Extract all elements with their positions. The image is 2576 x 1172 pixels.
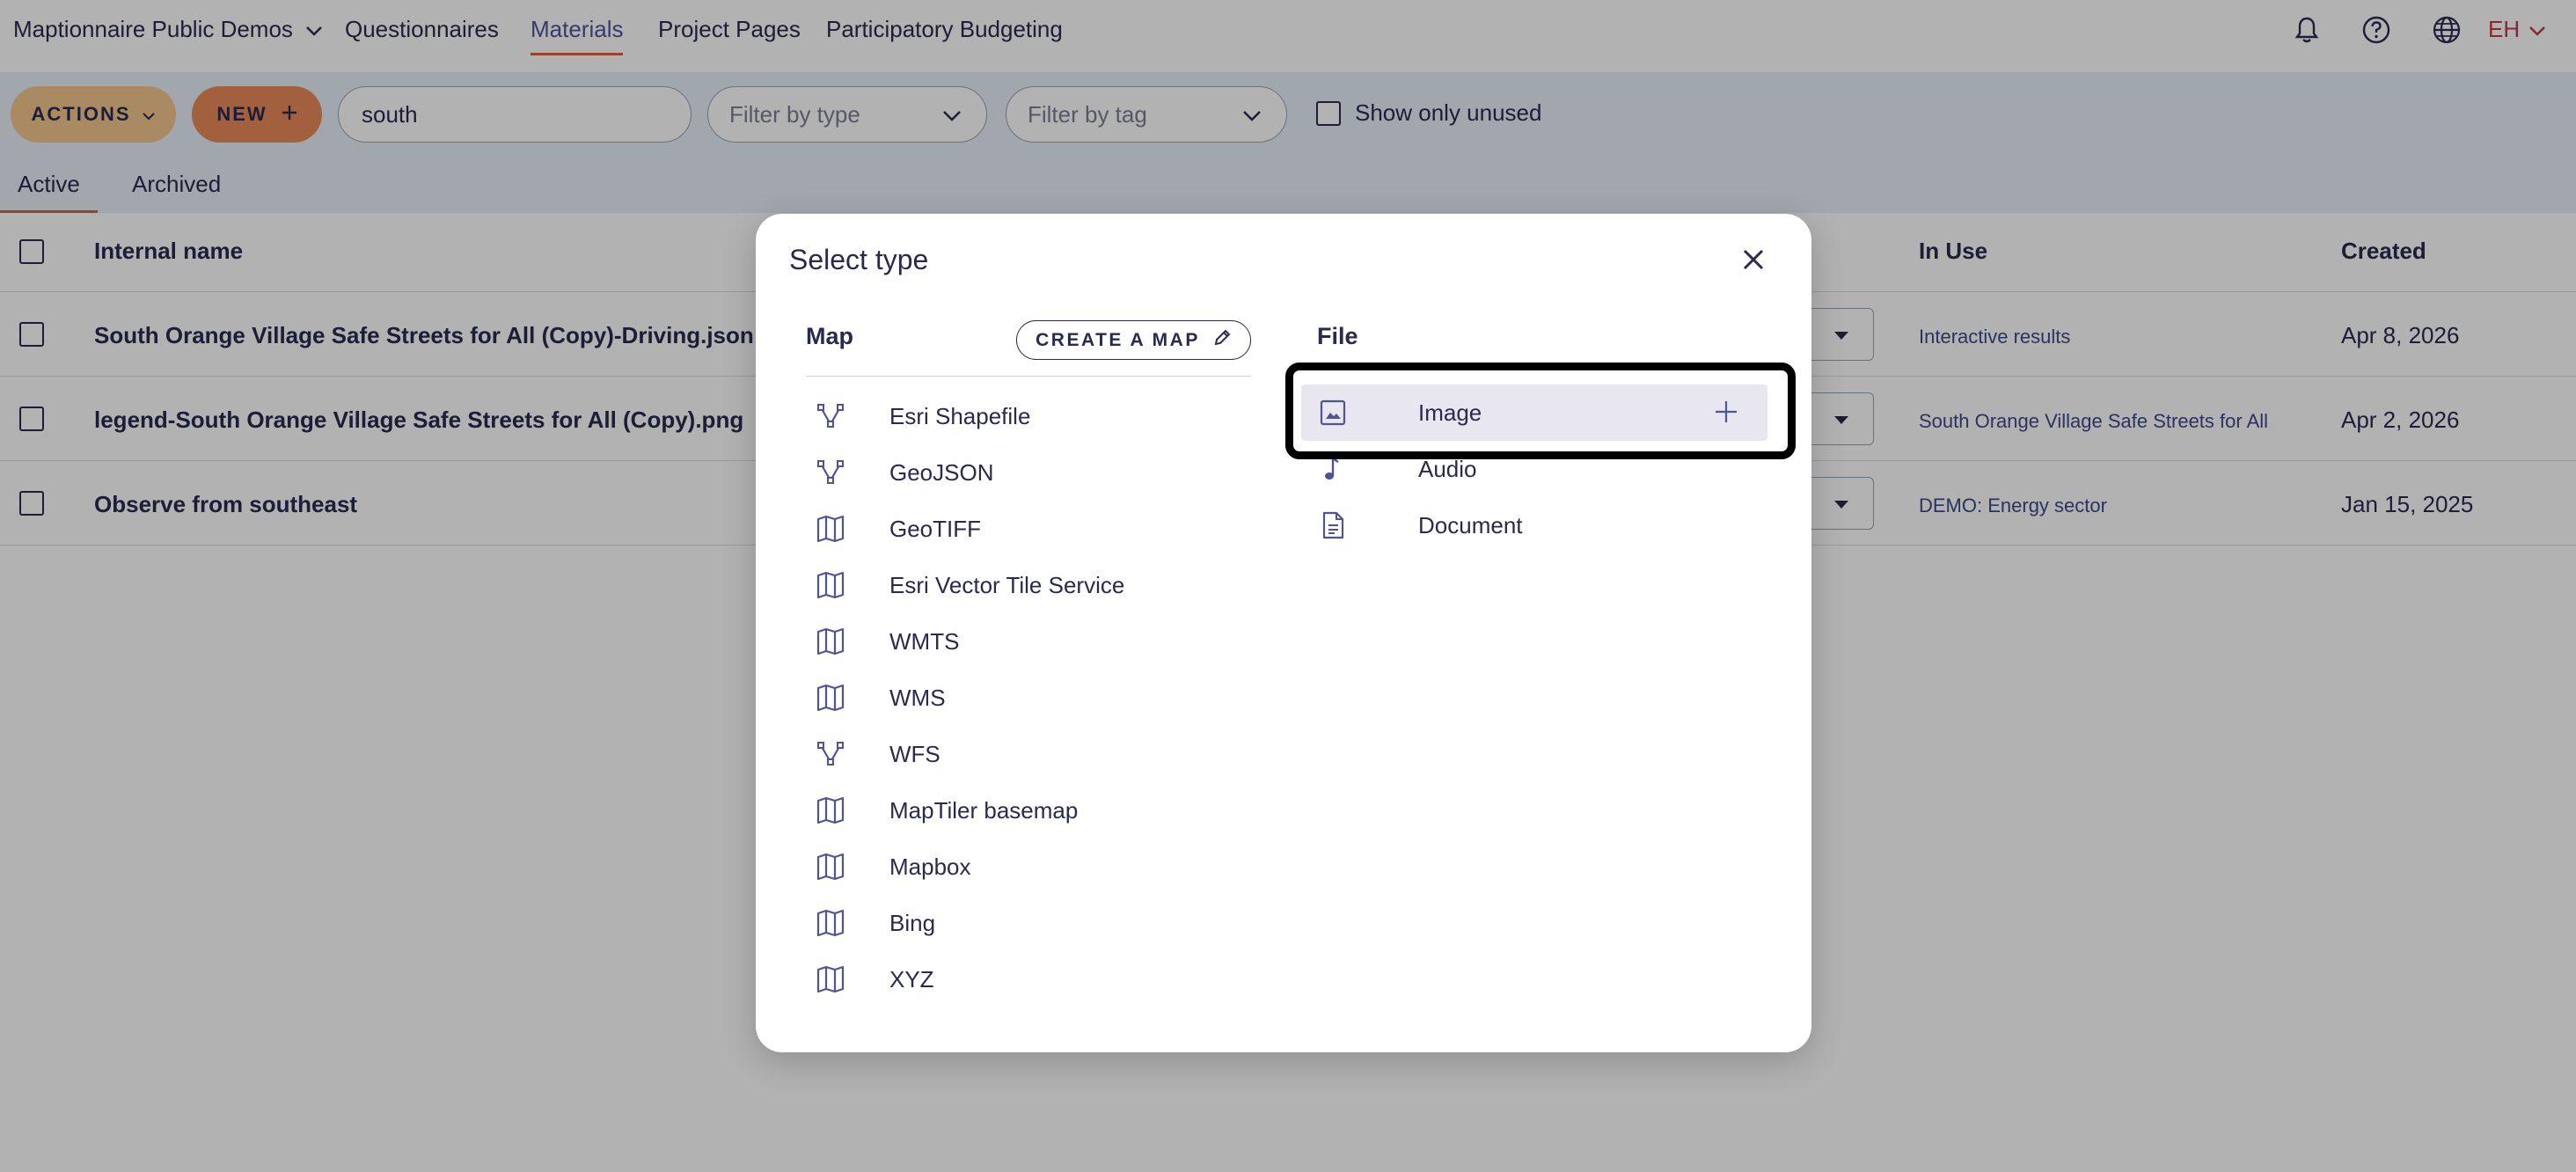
file-type-label: Audio: [1418, 455, 1477, 482]
map-icon: [806, 570, 855, 600]
map-type-wfs[interactable]: WFS: [806, 726, 1251, 782]
map-type-bing[interactable]: Bing: [806, 895, 1251, 951]
map-type-label: WFS: [889, 740, 940, 767]
map-type-label: Esri Shapefile: [889, 402, 1031, 429]
map-type-wmts[interactable]: WMTS: [806, 613, 1251, 670]
divider: [806, 376, 1251, 377]
map-type-label: WMS: [889, 684, 946, 711]
map-icon: [806, 908, 855, 938]
vector-icon: [806, 739, 855, 769]
map-type-label: WMTS: [889, 627, 960, 655]
map-icon: [806, 683, 855, 713]
map-icon: [806, 795, 855, 825]
map-type-geojson[interactable]: GeoJSON: [806, 444, 1251, 501]
create-map-button[interactable]: CREATE A MAP: [1016, 320, 1251, 360]
map-type-xyz[interactable]: XYZ: [806, 951, 1251, 1007]
create-map-label: CREATE A MAP: [1036, 329, 1200, 350]
map-type-mapbox[interactable]: Mapbox: [806, 839, 1251, 895]
map-type-geotiff[interactable]: GeoTIFF: [806, 501, 1251, 557]
document-icon: [1315, 510, 1350, 540]
close-icon[interactable]: [1734, 240, 1773, 279]
pencil-icon: [1212, 328, 1232, 353]
map-type-label: GeoTIFF: [889, 515, 982, 542]
file-type-document[interactable]: Document: [1301, 497, 1767, 553]
vector-icon: [806, 401, 855, 431]
map-type-label: Mapbox: [889, 853, 971, 880]
map-type-label: XYZ: [889, 965, 934, 993]
map-type-esri-shapefile[interactable]: Esri Shapefile: [806, 388, 1251, 444]
file-type-label: Document: [1418, 511, 1523, 538]
map-icon: [806, 852, 855, 882]
map-type-label: Esri Vector Tile Service: [889, 571, 1125, 598]
map-type-label: MapTiler basemap: [889, 796, 1079, 824]
map-icon: [806, 626, 855, 656]
dialog-title: Select type: [789, 244, 929, 275]
select-type-dialog: Select type Map CREATE A MAP Esri Shapef…: [756, 214, 1811, 1052]
map-icon: [806, 514, 855, 544]
map-type-label: GeoJSON: [889, 458, 994, 486]
map-type-wms[interactable]: WMS: [806, 670, 1251, 726]
map-type-esri-vector-tile-service[interactable]: Esri Vector Tile Service: [806, 557, 1251, 613]
map-column-heading: Map: [806, 323, 853, 349]
file-column-heading: File: [1317, 323, 1358, 349]
map-type-maptiler-basemap[interactable]: MapTiler basemap: [806, 782, 1251, 839]
highlight-frame: [1285, 363, 1796, 459]
map-icon: [806, 964, 855, 994]
map-type-label: Bing: [889, 909, 936, 936]
vector-icon: [806, 458, 855, 487]
